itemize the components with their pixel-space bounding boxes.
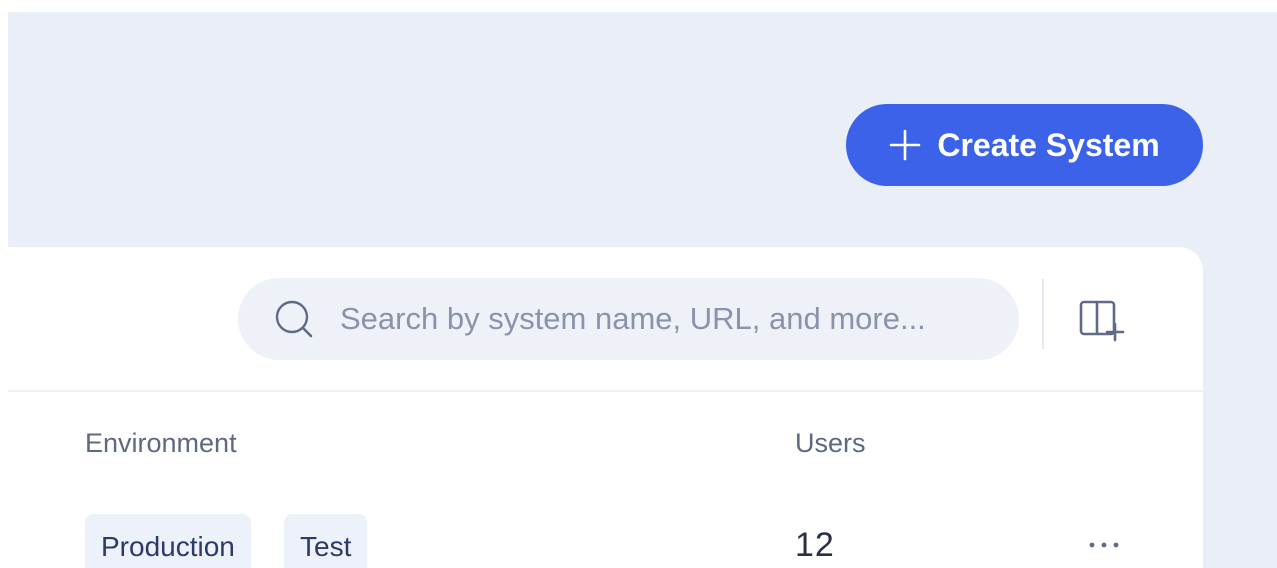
more-horizontal-icon: [1089, 542, 1119, 548]
add-column-icon: [1079, 300, 1125, 342]
column-header-users[interactable]: Users: [795, 428, 866, 459]
create-system-button[interactable]: Create System: [846, 104, 1203, 186]
create-system-label: Create System: [937, 126, 1160, 163]
toolbar-divider: [1042, 279, 1044, 349]
add-column-button[interactable]: [1074, 296, 1128, 342]
column-header-environment[interactable]: Environment: [85, 428, 237, 459]
row-actions-button[interactable]: [1082, 530, 1126, 560]
app-window: Create System Environment Users Producti…: [0, 0, 1277, 568]
users-count: 12: [795, 526, 835, 564]
search-input[interactable]: [340, 301, 1000, 337]
environment-tag-test[interactable]: Test: [284, 514, 368, 568]
search-bar[interactable]: [238, 278, 1019, 360]
table-divider: [8, 390, 1203, 392]
search-icon: [275, 300, 313, 338]
plus-icon: [890, 129, 921, 161]
environment-tag-production[interactable]: Production: [85, 514, 251, 568]
